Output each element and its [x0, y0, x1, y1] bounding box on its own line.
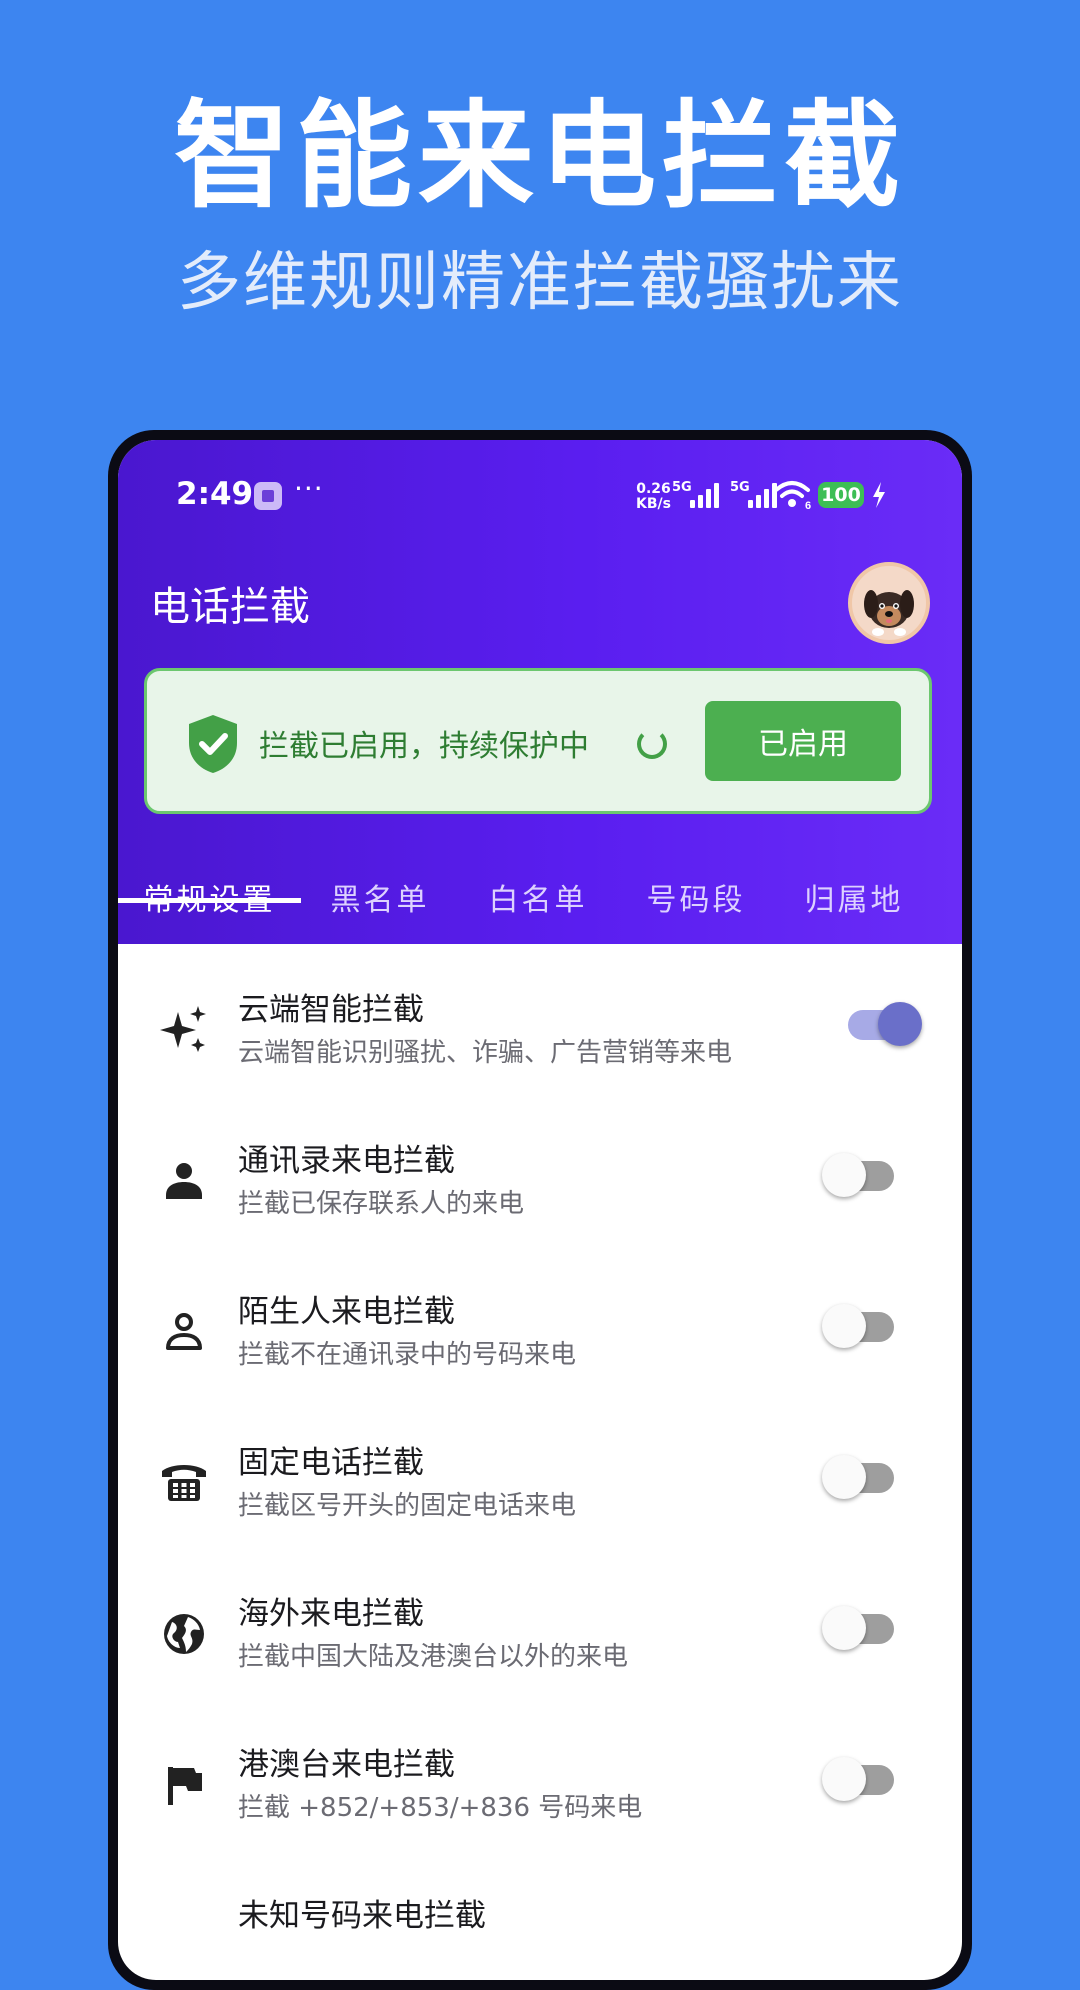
setting-row-cloud[interactable]: 云端智能拦截 云端智能识别骚扰、诈骗、广告营销等来电	[118, 954, 962, 1105]
setting-title: 陌生人来电拦截	[238, 1294, 455, 1330]
tab-general-settings[interactable]: 常规设置	[118, 850, 301, 944]
setting-title: 海外来电拦截	[238, 1596, 424, 1632]
shield-check-icon	[189, 715, 237, 773]
tab-whitelist[interactable]: 白名单	[459, 850, 617, 944]
cloud-intercept-toggle[interactable]	[842, 1002, 922, 1046]
setting-description: 云端智能识别骚扰、诈骗、广告营销等来电	[238, 1038, 733, 1068]
avatar[interactable]	[848, 562, 930, 644]
setting-row-landline[interactable]: 固定电话拦截 拦截区号开头的固定电话来电	[118, 1407, 962, 1558]
setting-description: 拦截区号开头的固定电话来电	[238, 1491, 577, 1521]
network-speed-unit: KB/s	[636, 496, 671, 512]
loading-spinner-icon	[637, 729, 667, 759]
contacts-intercept-toggle[interactable]	[822, 1153, 900, 1197]
setting-title: 通讯录来电拦截	[238, 1143, 455, 1179]
promo-title: 智能来电拦截	[174, 89, 906, 224]
setting-row-unknown[interactable]: 未知号码来电拦截	[118, 1860, 962, 1980]
person-icon	[166, 1163, 202, 1199]
protection-status-card: 拦截已启用，持续保护中 已启用	[144, 668, 932, 814]
app-title: 电话拦截	[150, 584, 310, 630]
sim1-label: 5G	[672, 480, 692, 495]
notification-app-icon	[254, 482, 282, 510]
flag-icon	[168, 1767, 202, 1805]
sparkle-icon	[160, 1006, 206, 1052]
wifi-icon: 6	[774, 481, 811, 510]
wifi-badge: 6	[805, 500, 811, 510]
globe-icon	[164, 1614, 204, 1654]
setting-row-hk-macau-taiwan[interactable]: 港澳台来电拦截 拦截 +852/+853/+836 号码来电	[118, 1709, 962, 1860]
stranger-intercept-toggle[interactable]	[822, 1304, 900, 1348]
sim2-label: 5G	[730, 480, 750, 495]
landline-intercept-toggle[interactable]	[822, 1455, 900, 1499]
app-header: 2:49 ··· 0.26 KB/s 5G 5G 6 100 电话拦截 拦截已启…	[118, 440, 962, 944]
status-time: 2:49	[176, 476, 254, 512]
setting-title: 未知号码来电拦截	[238, 1898, 486, 1934]
status-more-icon: ···	[294, 472, 324, 505]
charging-icon	[873, 482, 885, 508]
overseas-intercept-toggle[interactable]	[822, 1606, 900, 1650]
setting-title: 固定电话拦截	[238, 1445, 424, 1481]
dog-avatar-icon	[864, 590, 914, 636]
setting-row-strangers[interactable]: 陌生人来电拦截 拦截不在通讯录中的号码来电	[118, 1256, 962, 1407]
tab-bar: 常规设置 黑名单 白名单 号码段 归属地	[118, 850, 962, 944]
tab-blacklist[interactable]: 黑名单	[301, 850, 459, 944]
person-outline-icon	[166, 1313, 202, 1350]
tab-number-range[interactable]: 号码段	[617, 850, 775, 944]
landline-phone-icon	[162, 1465, 206, 1501]
setting-description: 拦截不在通讯录中的号码来电	[238, 1340, 577, 1370]
enabled-button[interactable]: 已启用	[705, 701, 901, 781]
setting-description: 拦截中国大陆及港澳台以外的来电	[238, 1642, 629, 1672]
network-speed: 0.26 KB/s	[636, 482, 671, 512]
setting-row-contacts[interactable]: 通讯录来电拦截 拦截已保存联系人的来电	[118, 1105, 962, 1256]
setting-title: 港澳台来电拦截	[238, 1747, 455, 1783]
setting-description: 拦截已保存联系人的来电	[238, 1189, 525, 1219]
protection-status-text: 拦截已启用，持续保护中	[259, 729, 589, 764]
setting-row-overseas[interactable]: 海外来电拦截 拦截中国大陆及港澳台以外的来电	[118, 1558, 962, 1709]
tab-region[interactable]: 归属地	[775, 850, 933, 944]
setting-description: 拦截 +852/+853/+836 号码来电	[238, 1793, 643, 1823]
battery-indicator: 100	[818, 482, 864, 508]
network-speed-value: 0.26	[636, 481, 671, 497]
hk-macau-taiwan-intercept-toggle[interactable]	[822, 1757, 900, 1801]
promo-subtitle: 多维规则精准拦截骚扰来	[177, 246, 903, 320]
signal-1-icon	[690, 482, 722, 508]
phone-screen: 2:49 ··· 0.26 KB/s 5G 5G 6 100 电话拦截 拦截已启…	[118, 440, 962, 1980]
active-tab-indicator	[118, 898, 301, 903]
setting-title: 云端智能拦截	[238, 992, 424, 1028]
phone-frame: 2:49 ··· 0.26 KB/s 5G 5G 6 100 电话拦截 拦截已启…	[108, 430, 972, 1990]
